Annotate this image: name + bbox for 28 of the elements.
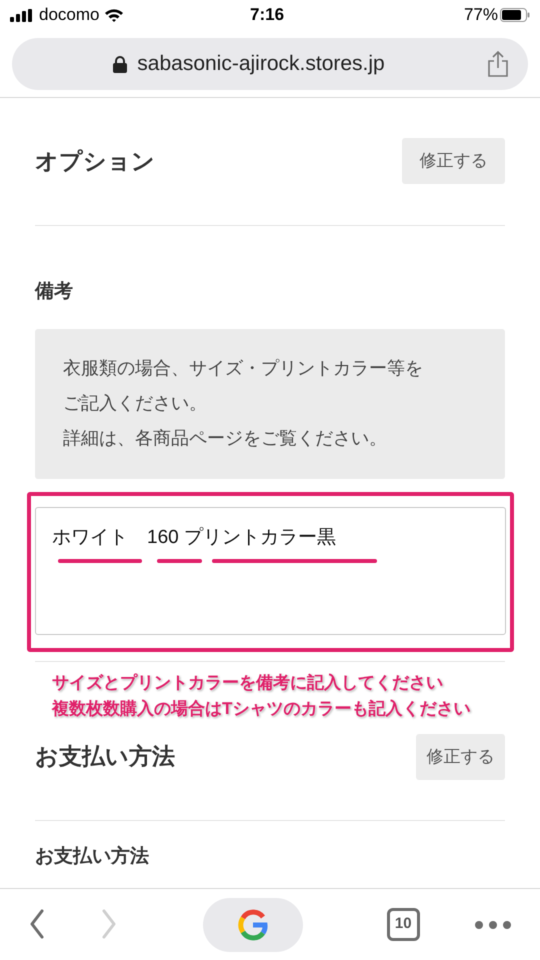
edit-button[interactable]: 修正する: [402, 138, 505, 184]
edit-button[interactable]: 修正する: [416, 734, 505, 780]
share-icon[interactable]: [486, 50, 510, 78]
carrier-name: docomo: [39, 4, 100, 26]
field-label: 備考: [35, 280, 74, 304]
section-heading: オプション: [35, 146, 155, 176]
more-icon[interactable]: [474, 920, 512, 930]
wifi-icon: [104, 8, 124, 22]
note-text: 詳細は、各商品ページをご覧ください。: [63, 426, 388, 450]
back-icon[interactable]: [28, 908, 46, 940]
underline-mark: [157, 558, 202, 562]
annotation-text: サイズとプリントカラーを備考に記入してください: [52, 672, 444, 694]
battery-icon: [500, 8, 530, 22]
tab-count-button[interactable]: 10: [386, 908, 420, 941]
signal-icon: [10, 8, 34, 22]
colored-ring-icon: [236, 908, 268, 940]
battery-percent: 77%: [464, 4, 498, 26]
address-bar[interactable]: sabasonic-ajirock.stores.jp: [12, 38, 528, 90]
field-label: お支払い方法: [35, 844, 150, 868]
annotation-text: 複数枚数購入の場合はTシャツのカラーも記入ください: [52, 698, 472, 720]
remarks-field[interactable]: ホワイト 160 プリントカラー黒: [35, 506, 506, 634]
url-text: sabasonic-ajirock.stores.jp: [137, 51, 385, 78]
clock-time: 7:16: [250, 4, 284, 26]
note-text: ご記入ください。: [63, 392, 208, 414]
home-button[interactable]: [202, 898, 302, 952]
section-heading: お支払い方法: [35, 742, 175, 772]
lock-icon: [113, 56, 128, 72]
note-text: 衣服類の場合、サイズ・プリントカラー等を: [63, 356, 424, 380]
